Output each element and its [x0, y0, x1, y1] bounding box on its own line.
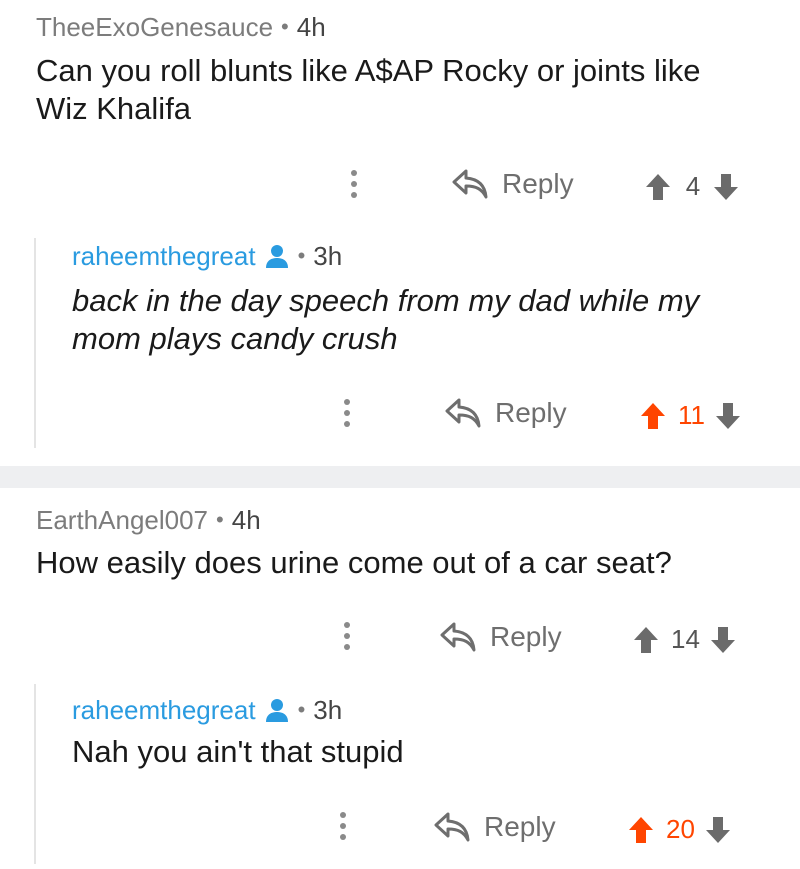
- upvote-arrow-icon[interactable]: [645, 173, 671, 201]
- user-profile-icon: [265, 699, 288, 722]
- comment-author[interactable]: EarthAngel007: [36, 505, 208, 535]
- reply-thread-line: [34, 684, 36, 864]
- comment-text-line: Can you roll blunts like A$AP Rocky or j…: [36, 53, 701, 88]
- reply-body: back in the day speech from my dad while…: [72, 282, 699, 358]
- score-count: 11: [678, 400, 705, 430]
- reply-arrow-icon: [445, 398, 481, 428]
- reply-text-line: mom plays candy crush: [72, 321, 398, 356]
- vote-control: 20: [628, 814, 731, 845]
- reply-button[interactable]: Reply: [440, 621, 562, 653]
- thread-divider: [0, 466, 800, 488]
- more-options-icon[interactable]: [342, 399, 352, 435]
- comment-thread: EarthAngel007 • 4h How easily does urine…: [0, 488, 800, 869]
- reply-arrow-icon: [434, 812, 470, 842]
- score-count: 14: [671, 624, 700, 654]
- comment-body: How easily does urine come out of a car …: [36, 544, 672, 582]
- reply-button[interactable]: Reply: [452, 168, 574, 200]
- more-options-icon[interactable]: [342, 622, 352, 658]
- comment-text-line: How easily does urine come out of a car …: [36, 545, 672, 580]
- meta-separator: •: [281, 14, 289, 39]
- downvote-arrow-icon[interactable]: [713, 173, 739, 201]
- reply-label: Reply: [484, 811, 556, 842]
- downvote-arrow-icon[interactable]: [715, 402, 741, 430]
- comment-text-line: Wiz Khalifa: [36, 91, 192, 126]
- reply-text-line: Nah you ain't that stupid: [72, 734, 404, 769]
- meta-separator: •: [297, 243, 306, 268]
- reply-arrow-icon: [440, 622, 476, 652]
- user-profile-icon: [265, 245, 288, 268]
- comment-age: 4h: [296, 12, 326, 42]
- upvote-arrow-icon[interactable]: [633, 626, 659, 654]
- vote-control: 4: [645, 171, 739, 202]
- downvote-arrow-icon[interactable]: [710, 626, 736, 654]
- reply-age: 3h: [313, 695, 343, 725]
- score-count: 4: [685, 171, 701, 201]
- more-options-icon[interactable]: [349, 170, 359, 206]
- comment-meta: TheeExoGenesauce • 4h: [36, 12, 326, 42]
- more-options-icon[interactable]: [338, 812, 348, 848]
- reply-button[interactable]: Reply: [434, 811, 556, 843]
- reply-meta: raheemthegreat • 3h: [72, 695, 342, 725]
- meta-separator: •: [297, 697, 306, 722]
- comment-age: 4h: [231, 505, 261, 535]
- reply-author[interactable]: raheemthegreat: [72, 695, 256, 725]
- reply-author[interactable]: raheemthegreat: [72, 241, 256, 271]
- reply-label: Reply: [490, 621, 562, 652]
- reply-arrow-icon: [452, 169, 488, 199]
- downvote-arrow-icon[interactable]: [705, 816, 731, 844]
- meta-separator: •: [216, 507, 224, 532]
- upvote-arrow-icon[interactable]: [628, 816, 654, 844]
- vote-control: 11: [640, 400, 741, 431]
- comment-meta: EarthAngel007 • 4h: [36, 505, 261, 535]
- reply-button[interactable]: Reply: [445, 397, 567, 429]
- reply-label: Reply: [502, 168, 574, 199]
- reply-thread-line: [34, 238, 36, 448]
- score-count: 20: [666, 814, 695, 844]
- comment-body: Can you roll blunts like A$AP Rocky or j…: [36, 52, 701, 128]
- vote-control: 14: [633, 624, 736, 655]
- reply-meta: raheemthegreat • 3h: [72, 241, 342, 271]
- comment-author[interactable]: TheeExoGenesauce: [36, 12, 273, 42]
- reply-body: Nah you ain't that stupid: [72, 733, 404, 771]
- comment-thread: TheeExoGenesauce • 4h Can you roll blunt…: [0, 0, 800, 466]
- upvote-arrow-icon[interactable]: [640, 402, 666, 430]
- reply-label: Reply: [495, 397, 567, 428]
- reply-text-line: back in the day speech from my dad while…: [72, 283, 700, 318]
- reply-age: 3h: [313, 241, 343, 271]
